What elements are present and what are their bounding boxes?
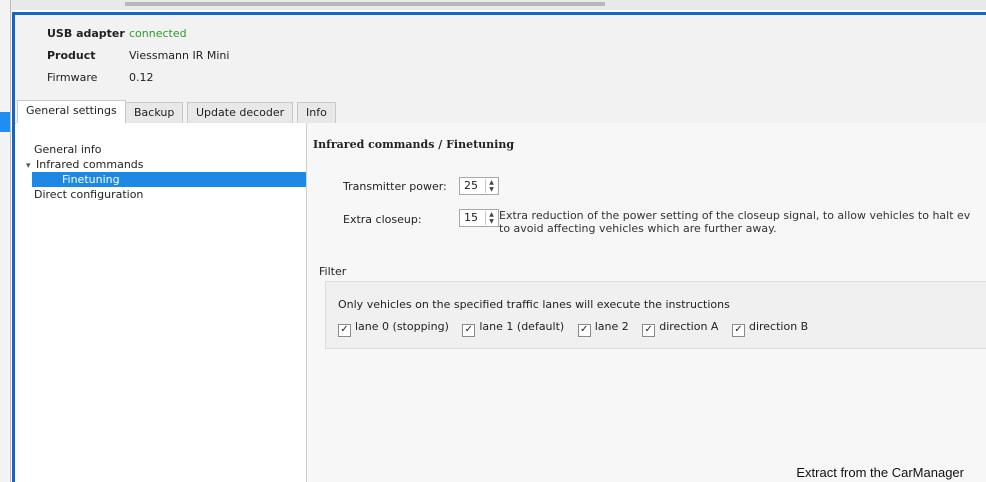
product-value: Viessmann IR Mini <box>129 49 230 62</box>
checkbox-label: direction A <box>659 320 719 333</box>
background-selection <box>0 112 10 132</box>
checkmark-icon[interactable]: ✓ <box>462 324 476 337</box>
device-info-header: USB adapter connected Product Viessmann IR… <box>15 15 986 100</box>
carmanager-window: USB adapter connected Product Viessmann IR… <box>12 12 986 482</box>
tab-update-decoder[interactable]: Update decoder <box>187 102 294 123</box>
background-window-left <box>0 0 11 482</box>
tree-item-label: Infrared commands <box>36 158 144 171</box>
checkbox-label: lane 2 <box>594 320 629 333</box>
checkbox-lane-2[interactable]: ✓ lane 2 <box>577 320 629 337</box>
tree-item-direct-configuration[interactable]: Direct configuration <box>34 187 143 202</box>
checkbox-label: lane 1 (default) <box>479 320 565 333</box>
spin-arrows-icon[interactable]: ▲ ▼ <box>485 211 497 225</box>
tab-bar: General settings Backup Update decoder I… <box>15 99 986 124</box>
tab-info[interactable]: Info <box>297 102 336 123</box>
filter-description: Only vehicles on the specified traffic l… <box>338 298 730 311</box>
filter-groupbox: Only vehicles on the specified traffic l… <box>325 281 986 349</box>
usb-adapter-row: USB adapter connected <box>47 26 187 42</box>
tree-item-label: Direct configuration <box>34 188 144 201</box>
transmitter-power-spinbox[interactable]: 25 ▲ ▼ <box>459 177 499 195</box>
settings-tree: General info ▾ Infrared commands Finetuni… <box>16 123 307 482</box>
checkbox-lane-0[interactable]: ✓ lane 0 (stopping) <box>338 320 449 337</box>
extra-closeup-value: 15 <box>464 211 478 224</box>
description-line-2: to avoid affecting vehicles which are fu… <box>499 222 777 235</box>
tree-item-label: General info <box>34 143 102 156</box>
panel-title: Infrared commands / Finetuning <box>313 138 515 151</box>
firmware-row: Firmware 0.12 <box>47 70 154 86</box>
lane-checkboxes: ✓ lane 0 (stopping) ✓ lane 1 (default) ✓ la… <box>338 320 818 337</box>
firmware-value: 0.12 <box>129 71 154 84</box>
checkmark-icon[interactable]: ✓ <box>577 324 591 337</box>
checkbox-lane-1[interactable]: ✓ lane 1 (default) <box>462 320 564 337</box>
description-line-1: Extra reduction of the power setting of … <box>499 209 971 222</box>
filter-label: Filter <box>319 265 347 278</box>
usb-adapter-label: USB adapter <box>47 27 125 40</box>
finetuning-panel: Infrared commands / Finetuning Transmitt… <box>307 123 986 482</box>
checkmark-icon[interactable]: ✓ <box>338 324 351 337</box>
checkmark-icon[interactable]: ✓ <box>731 324 745 337</box>
tree-item-finetuning[interactable]: Finetuning <box>32 172 306 187</box>
background-window-top <box>0 0 986 10</box>
usb-status: connected <box>129 27 187 40</box>
tree-item-general-info[interactable]: General info <box>34 142 101 157</box>
product-row: Product Viessmann IR Mini <box>47 48 229 64</box>
transmitter-power-value: 25 <box>464 179 478 192</box>
firmware-label: Firmware <box>47 71 98 84</box>
extra-closeup-label: Extra closeup: <box>343 213 422 226</box>
image-caption: Extract from the CarManager <box>796 465 964 480</box>
checkbox-label: direction B <box>748 320 809 333</box>
checkbox-label: lane 0 (stopping) <box>355 320 449 333</box>
tab-backup[interactable]: Backup <box>125 102 184 123</box>
background-titlebar <box>125 2 605 6</box>
extra-closeup-description: Extra reduction of the power setting of … <box>499 209 986 235</box>
checkbox-direction-a[interactable]: ✓ direction A <box>642 320 718 337</box>
extra-closeup-spinbox[interactable]: 15 ▲ ▼ <box>459 209 499 227</box>
checkmark-icon[interactable]: ✓ <box>642 324 656 337</box>
spin-arrows-icon[interactable]: ▲ ▼ <box>485 179 497 193</box>
transmitter-power-label: Transmitter power: <box>343 180 447 193</box>
product-label: Product <box>47 49 96 62</box>
tab-general-settings[interactable]: General settings <box>17 100 126 124</box>
checkbox-direction-b[interactable]: ✓ direction B <box>731 320 809 337</box>
tree-item-label: Finetuning <box>62 173 120 186</box>
tree-item-infrared-commands[interactable]: ▾ Infrared commands <box>26 157 144 172</box>
